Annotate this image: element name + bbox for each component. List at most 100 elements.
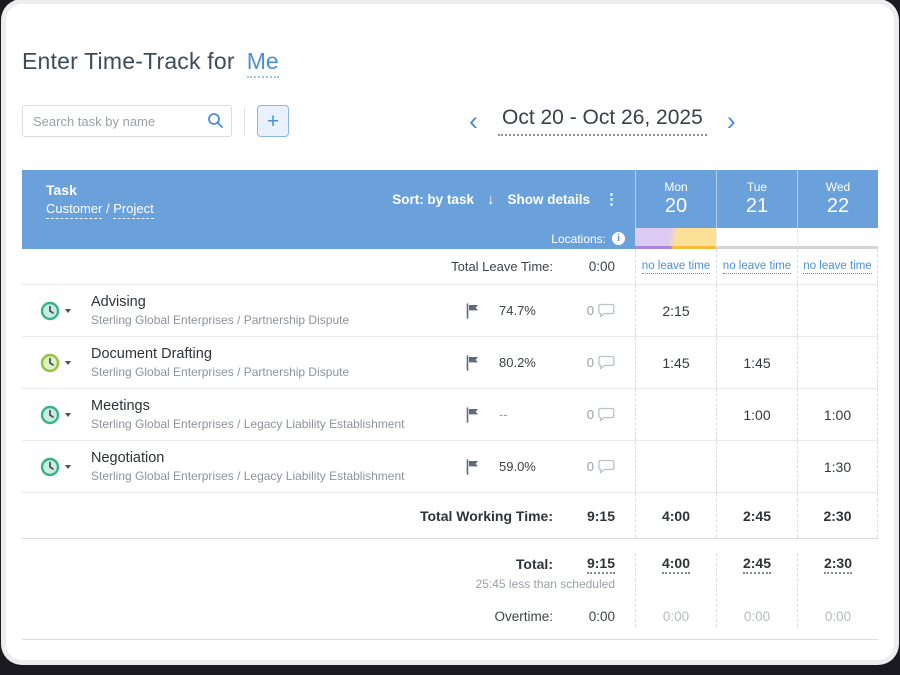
task-row: Document Drafting Sterling Global Enterp… (22, 337, 878, 389)
day-header-wed[interactable]: Wed 22 (797, 170, 878, 228)
timer-menu-button[interactable] (40, 353, 71, 373)
task-info: Document Drafting Sterling Global Enterp… (91, 345, 465, 380)
day-overtime: 0:00 (744, 605, 770, 627)
overtime-label: Overtime: (494, 609, 553, 624)
page-header: Enter Time-Track for Me (6, 4, 894, 78)
clock-icon (40, 405, 60, 425)
task-percent: 80.2% (499, 355, 569, 370)
user-selector-link[interactable]: Me (247, 48, 279, 78)
day-date: 21 (746, 195, 768, 218)
day-summary-mon: 4:00 0:00 (635, 553, 716, 627)
toolbar-divider (244, 107, 245, 135)
total-working-time-row: Total Working Time: 9:15 4:00 2:45 2:30 (22, 493, 878, 539)
timer-menu-button[interactable] (40, 405, 71, 425)
next-week-icon[interactable]: › (723, 106, 740, 136)
time-cell[interactable]: 1:45 (662, 355, 689, 371)
day-name: Mon (664, 180, 687, 195)
task-name: Document Drafting (91, 345, 465, 364)
time-track-card: Enter Time-Track for Me + ‹ Oct 20 - Oct… (6, 4, 894, 660)
sort-by-task-button[interactable]: Sort: by task (392, 192, 474, 207)
task-name: Negotiation (91, 449, 465, 468)
show-details-button[interactable]: Show details (507, 192, 590, 207)
timer-menu-button[interactable] (40, 457, 71, 477)
location-bar-tue[interactable] (716, 228, 797, 249)
time-cell[interactable]: 1:00 (743, 407, 770, 423)
comments-button[interactable]: 0 (569, 407, 615, 422)
comment-icon (598, 303, 615, 318)
flag-icon[interactable] (465, 407, 499, 423)
chevron-down-icon (65, 309, 71, 313)
overtime-value: 0:00 (553, 609, 615, 624)
comment-count: 0 (587, 407, 594, 422)
comments-button[interactable]: 0 (569, 355, 615, 370)
day-summary-wed: 2:30 0:00 (797, 553, 878, 627)
time-cell[interactable]: 1:00 (824, 407, 851, 423)
day-date: 20 (665, 195, 687, 218)
task-name: Advising (91, 293, 465, 312)
project-sort-link[interactable]: Project (113, 201, 153, 219)
search-icon[interactable] (207, 112, 224, 134)
total-working-time-value: 9:15 (553, 508, 615, 524)
flag-icon[interactable] (465, 355, 499, 371)
task-name: Meetings (91, 397, 465, 416)
task-header-label: Task (46, 181, 154, 200)
prev-week-icon[interactable]: ‹ (465, 106, 482, 136)
comment-count: 0 (587, 459, 594, 474)
kebab-menu-icon[interactable]: ⋮ (600, 190, 621, 208)
sort-direction-icon[interactable]: ↓ (484, 191, 498, 208)
summary-section: Total: 9:15 25:45 less than scheduled Ov… (22, 545, 878, 640)
task-row: Meetings Sterling Global Enterprises / L… (22, 389, 878, 441)
task-search (22, 105, 232, 137)
comments-button[interactable]: 0 (569, 303, 615, 318)
day-summary-tue: 2:45 0:00 (716, 553, 797, 627)
clock-icon (40, 301, 60, 321)
search-input[interactable] (22, 105, 232, 137)
no-leave-link-wed[interactable]: no leave time (803, 260, 871, 274)
comment-count: 0 (587, 303, 594, 318)
no-leave-link-mon[interactable]: no leave time (642, 260, 710, 274)
task-customer-project: Sterling Global Enterprises / Legacy Lia… (91, 416, 465, 432)
total-working-time-label: Total Working Time: (420, 508, 553, 524)
flag-icon[interactable] (465, 459, 499, 475)
comment-icon (598, 355, 615, 370)
day-header-mon[interactable]: Mon 20 (635, 170, 716, 228)
comment-count: 0 (587, 355, 594, 370)
day-total[interactable]: 4:00 (662, 555, 690, 574)
day-overtime: 0:00 (825, 605, 851, 627)
time-cell[interactable]: 2:15 (662, 303, 689, 319)
customer-sort-link[interactable]: Customer (46, 201, 102, 219)
day-working-total: 2:45 (743, 508, 771, 524)
leave-time-row: Total Leave Time: 0:00 no leave time no … (22, 249, 878, 285)
location-bar-mon[interactable] (635, 228, 716, 249)
day-header-tue[interactable]: Tue 21 (716, 170, 797, 228)
day-total[interactable]: 2:45 (743, 555, 771, 574)
leave-time-label: Total Leave Time: (451, 259, 553, 274)
timer-menu-button[interactable] (40, 301, 71, 321)
task-customer-project: Sterling Global Enterprises / Partnershi… (91, 364, 465, 380)
time-cell[interactable]: 1:30 (824, 459, 851, 475)
time-cell[interactable]: 1:45 (743, 355, 770, 371)
locations-label: Locations: (551, 232, 606, 246)
table-header: Task Customer / Project Sort: by task ↓ … (22, 170, 878, 228)
info-icon[interactable]: i (612, 232, 625, 245)
day-name: Tue (747, 180, 767, 195)
page-title: Enter Time-Track for (22, 48, 235, 75)
task-customer-project: Sterling Global Enterprises / Legacy Lia… (91, 468, 465, 484)
week-navigator: ‹ Oct 20 - Oct 26, 2025 › (465, 104, 740, 138)
task-customer-project: Sterling Global Enterprises / Partnershi… (91, 312, 465, 328)
task-percent: -- (499, 407, 569, 422)
total-value[interactable]: 9:15 (587, 555, 615, 574)
comments-button[interactable]: 0 (569, 459, 615, 474)
flag-icon[interactable] (465, 303, 499, 319)
task-info: Negotiation Sterling Global Enterprises … (91, 449, 465, 484)
location-bar-wed[interactable] (797, 228, 878, 249)
week-range-label[interactable]: Oct 20 - Oct 26, 2025 (498, 106, 707, 136)
task-row: Advising Sterling Global Enterprises / P… (22, 285, 878, 337)
comment-icon (598, 459, 615, 474)
day-total[interactable]: 2:30 (824, 555, 852, 574)
chevron-down-icon (65, 361, 71, 365)
add-task-button[interactable]: + (257, 105, 289, 137)
total-label: Total: (516, 556, 553, 572)
no-leave-link-tue[interactable]: no leave time (723, 260, 791, 274)
chevron-down-icon (65, 413, 71, 417)
